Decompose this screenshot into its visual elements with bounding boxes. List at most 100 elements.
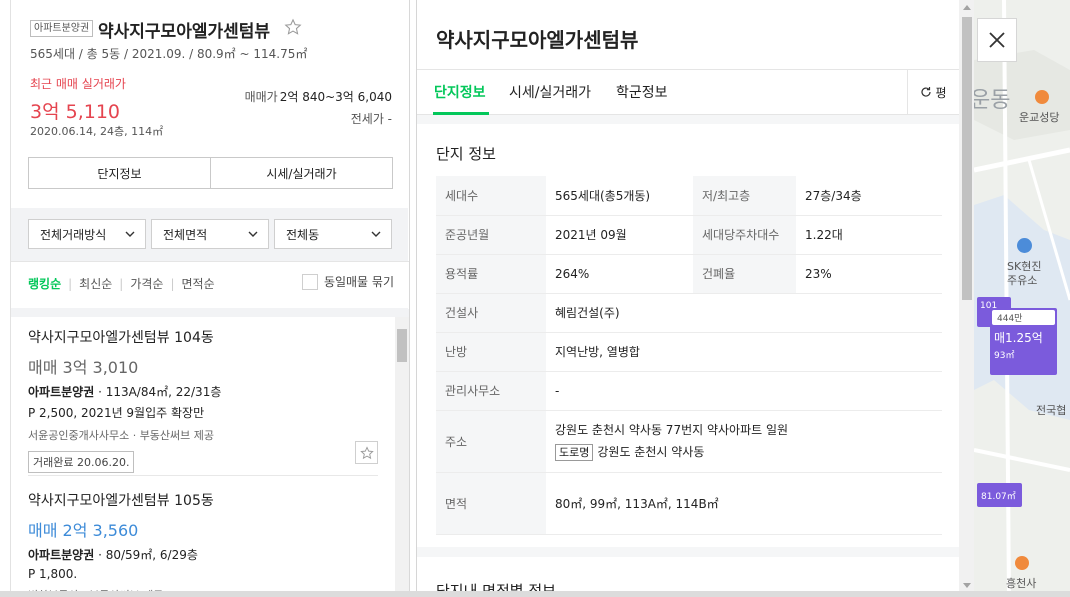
listing-agents: 서윤공인중개사사무소 · 부동산써브 제공 bbox=[28, 429, 215, 442]
complex-info-button[interactable]: 단지정보 bbox=[29, 158, 210, 188]
recent-price-label: 최근 매매 실거래가 bbox=[30, 77, 126, 91]
market-price-button[interactable]: 시세/실거래가 bbox=[210, 158, 392, 188]
info-key: 난방 bbox=[436, 332, 546, 372]
info-value: 지역난방, 열병합 bbox=[546, 332, 942, 372]
chevron-down-icon bbox=[371, 231, 381, 237]
info-row: 용적률 264% 건폐율 23% bbox=[436, 254, 942, 294]
detail-title: 약사지구모아엘가센텀뷰 bbox=[436, 28, 639, 52]
info-value: 27층/34층 bbox=[796, 176, 942, 216]
sort-latest[interactable]: 최신순 bbox=[79, 275, 112, 292]
listing-spec: · 80/59㎡, 6/29층 bbox=[94, 548, 198, 562]
deal-done-tag: 거래완료 20.06.20. bbox=[28, 451, 135, 473]
listing-name: 약사지구모아엘가센텀뷰 105동 bbox=[28, 493, 214, 509]
listing-scroll-area: 약사지구모아엘가센텀뷰 104동 매매 3억 3,010 아파트분양권 · 11… bbox=[11, 317, 395, 597]
area-select-label: 전체면적 bbox=[163, 227, 208, 242]
favorite-button[interactable] bbox=[355, 441, 378, 464]
scroll-up-arrow[interactable] bbox=[963, 5, 971, 10]
info-value: 264% bbox=[546, 254, 693, 294]
marker-unit-price: 444만 bbox=[992, 310, 1055, 325]
chevron-down-icon bbox=[248, 231, 258, 237]
info-key: 저/최고층 bbox=[693, 176, 796, 216]
info-value: 1.22대 bbox=[796, 215, 942, 255]
scrollbar-thumb[interactable] bbox=[962, 17, 972, 300]
info-row: 건설사 혜림건설(주) bbox=[436, 293, 942, 333]
lot-address: 강원도 춘천시 약사동 77번지 약사아파트 일원 bbox=[555, 423, 789, 437]
complex-meta: 565세대 / 총 5동 / 2021.09. / 80.9㎡ ~ 114.75… bbox=[30, 47, 308, 61]
sort-area[interactable]: 면적순 bbox=[182, 275, 215, 292]
detail-panel: 약사지구모아엘가센텀뷰 단지정보 시세/실거래가 학군정보 평 단지 정보 세대… bbox=[416, 0, 974, 597]
area-select[interactable]: 전체면적 bbox=[151, 219, 269, 249]
info-value: - bbox=[546, 371, 942, 411]
info-key: 면적 bbox=[436, 472, 546, 535]
scroll-down-arrow[interactable] bbox=[963, 583, 971, 588]
listing-type-label: 아파트분양권 bbox=[28, 385, 95, 399]
listing-description: P 1,800. bbox=[28, 567, 78, 581]
listing-price: 매매 3억 3,010 bbox=[28, 358, 139, 377]
listing-description: P 2,500, 2021년 9월입주 확장만 bbox=[28, 406, 205, 420]
list-divider bbox=[28, 475, 378, 476]
pyeong-toggle-button[interactable]: 평 bbox=[907, 70, 959, 114]
close-button[interactable] bbox=[977, 18, 1017, 62]
info-row: 주소 강원도 춘천시 약사동 77번지 약사아파트 일원 도로명 강원도 춘천시 … bbox=[436, 410, 942, 473]
sale-price-range: 매매가 2억 840~3억 6,040 bbox=[245, 88, 392, 105]
group-same-listings-label: 동일매물 묶기 bbox=[323, 275, 394, 289]
jeonse-price: 전세가 - bbox=[350, 112, 392, 126]
info-key: 세대수 bbox=[436, 176, 546, 216]
marker-price: 매1.25억 bbox=[994, 331, 1043, 345]
info-key: 준공년월 bbox=[436, 215, 546, 255]
scrollbar-thumb[interactable] bbox=[397, 329, 407, 362]
temple-icon bbox=[1015, 556, 1029, 570]
list-scrollbar[interactable] bbox=[395, 317, 409, 597]
sort-ranking[interactable]: 랭킹순 bbox=[28, 275, 61, 292]
map-marker-selected[interactable]: 444만 매1.25억 93㎡ bbox=[990, 308, 1057, 375]
map-view[interactable]: 운동 운교성당 SK현진 주유소 101 444만 매1.25억 93㎡ 전국협… bbox=[974, 0, 1070, 597]
road-address-tag: 도로명 bbox=[555, 444, 594, 461]
listing-type-label: 아파트분양권 bbox=[28, 548, 95, 562]
building-select[interactable]: 전체동 bbox=[274, 219, 392, 249]
sort-price[interactable]: 가격순 bbox=[130, 275, 163, 292]
recent-price: 3억 5,110 bbox=[30, 101, 121, 123]
info-value: 2021년 09월 bbox=[546, 215, 693, 255]
map-label-gas-station-2: 주유소 bbox=[1007, 274, 1038, 287]
tab-school-info[interactable]: 학군정보 bbox=[616, 82, 668, 102]
info-row: 관리사무소 - bbox=[436, 371, 942, 411]
detail-header: 약사지구모아엘가센텀뷰 단지정보 시세/실거래가 학군정보 평 bbox=[417, 0, 959, 115]
church-icon bbox=[1035, 90, 1049, 104]
info-key: 건설사 bbox=[436, 293, 546, 333]
tab-market-price[interactable]: 시세/실거래가 bbox=[509, 82, 591, 102]
listing-item[interactable]: 약사지구모아엘가센텀뷰 104동 매매 3억 3,010 아파트분양권 · 11… bbox=[28, 327, 378, 473]
info-row: 준공년월 2021년 09월 세대당주차대수 1.22대 bbox=[436, 215, 942, 255]
type-badge: 아파트분양권 bbox=[30, 20, 94, 37]
gas-station-icon bbox=[1017, 238, 1032, 253]
map-label-church: 운교성당 bbox=[1019, 111, 1060, 124]
sort-options: 랭킹순 | 최신순 | 가격순 | 면적순 bbox=[28, 275, 215, 292]
recent-price-date: 2020.06.14, 24층, 114㎡ bbox=[30, 125, 164, 138]
complex-info-table: 세대수 565세대(총5개동) 저/최고층 27층/34층 준공년월 2021년… bbox=[436, 176, 942, 535]
trade-type-select[interactable]: 전체거래방식 bbox=[28, 219, 146, 249]
group-same-listings-checkbox[interactable]: 동일매물 묶기 bbox=[301, 273, 394, 290]
listing-item[interactable]: 약사지구모아엘가센텀뷰 105동 매매 2억 3,560 아파트분양권 · 80… bbox=[28, 490, 378, 597]
checkbox-box[interactable] bbox=[301, 273, 318, 290]
sort-bar: 랭킹순 | 최신순 | 가격순 | 면적순 동일매물 묶기 bbox=[11, 261, 409, 308]
star-icon bbox=[359, 445, 374, 459]
listing-type: 아파트분양권 · 113A/84㎡, 22/31층 bbox=[28, 383, 378, 400]
info-value: 565세대(총5개동) bbox=[546, 176, 693, 216]
listing-list: 약사지구모아엘가센텀뷰 104동 매매 3억 3,010 아파트분양권 · 11… bbox=[11, 309, 409, 597]
tab-complex-info[interactable]: 단지정보 bbox=[434, 82, 486, 102]
map-label-temple: 흥천사 bbox=[1006, 577, 1037, 590]
listing-name: 약사지구모아엘가센텀뷰 104동 bbox=[28, 330, 214, 346]
sale-price-value: 2억 840~3억 6,040 bbox=[279, 90, 392, 104]
info-key: 주소 bbox=[436, 410, 546, 473]
info-key: 관리사무소 bbox=[436, 371, 546, 411]
detail-scrollbar[interactable] bbox=[959, 0, 974, 597]
map-marker[interactable]: 81.07㎡ bbox=[977, 483, 1022, 507]
address-value: 강원도 춘천시 약사동 77번지 약사아파트 일원 도로명 강원도 춘천시 약사동 bbox=[546, 410, 942, 473]
refresh-icon bbox=[921, 87, 932, 97]
road-address-value: 강원도 춘천시 약사동 bbox=[597, 445, 705, 459]
complex-info-section: 단지 정보 세대수 565세대(총5개동) 저/최고층 27층/34층 준공년월… bbox=[417, 124, 959, 547]
star-icon[interactable] bbox=[284, 18, 302, 36]
road-address: 도로명 강원도 춘천시 약사동 bbox=[555, 443, 933, 461]
info-key: 건폐율 bbox=[693, 254, 796, 294]
map-label-dong: 운동 bbox=[974, 88, 1011, 113]
sale-price-label: 매매가 bbox=[244, 90, 278, 104]
